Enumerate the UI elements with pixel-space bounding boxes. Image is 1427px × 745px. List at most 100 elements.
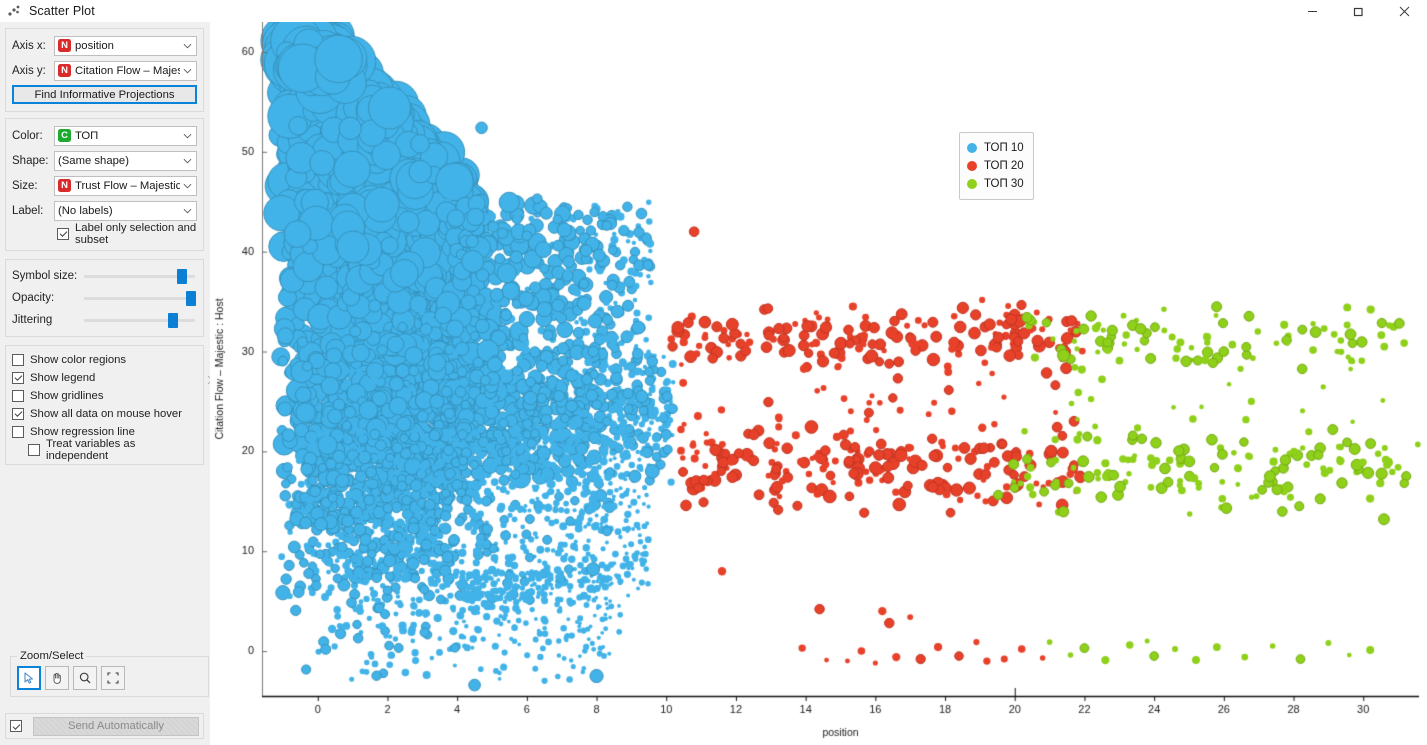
- label-combo[interactable]: (No labels): [54, 200, 197, 221]
- legend-label: ТОП 10: [984, 142, 1024, 154]
- scatter-plot-canvas[interactable]: [210, 22, 1427, 745]
- attributes-group: Color: C ТОП Shape: (Same shape) Size: N: [5, 118, 204, 251]
- checkbox-box: [57, 227, 69, 240]
- zoom-select-toolbar: [17, 666, 202, 690]
- color-row: Color: C ТОП: [12, 125, 197, 146]
- legend-color-swatch: [967, 143, 977, 153]
- numeric-variable-icon: N: [58, 179, 71, 192]
- chevron-down-icon: [183, 158, 192, 163]
- pan-hand-button[interactable]: [45, 666, 69, 690]
- axis-y-row: Axis y: N Citation Flow – Majestic: [12, 60, 197, 81]
- size-value: Trust Flow – Majestic : |: [75, 179, 180, 192]
- numeric-variable-icon: N: [58, 39, 71, 52]
- show-color-regions-label: Show color regions: [30, 353, 127, 366]
- reset-zoom-button[interactable]: [101, 666, 125, 690]
- axis-x-value: position: [75, 39, 114, 52]
- legend-item-top30[interactable]: ТОП 30: [967, 175, 1024, 193]
- sliders-group: Symbol size: Opacity: Jittering: [5, 259, 204, 337]
- legend-item-top10[interactable]: ТОП 10: [967, 139, 1024, 157]
- slider-track: [84, 297, 195, 300]
- checkbox-box: [12, 353, 24, 366]
- checkbox-box: [12, 389, 24, 402]
- color-value: ТОП: [75, 129, 99, 142]
- label-only-selection-label: Label only selection and subset: [75, 221, 197, 246]
- legend-color-swatch: [967, 179, 977, 189]
- size-combo[interactable]: N Trust Flow – Majestic : |: [54, 175, 197, 196]
- jittering-label: Jittering: [12, 314, 53, 326]
- show-color-regions-checkbox[interactable]: Show color regions: [12, 351, 197, 368]
- zoom-select-group: Zoom/Select: [10, 650, 209, 697]
- hand-icon: [53, 672, 61, 684]
- show-all-data-on-hover-checkbox[interactable]: Show all data on mouse hover: [12, 405, 197, 422]
- show-legend-label: Show legend: [30, 371, 96, 384]
- checkbox-box: [12, 371, 24, 384]
- numeric-variable-icon: N: [58, 64, 71, 77]
- label-only-selection-checkbox[interactable]: Label only selection and subset: [57, 222, 197, 246]
- shape-label: Shape:: [12, 154, 49, 167]
- chevron-down-icon: [183, 133, 192, 138]
- scatter-plot-icon: [6, 3, 22, 19]
- axis-group: Axis x: N position Axis y: N Citation Fl…: [5, 28, 204, 112]
- jittering-slider[interactable]: [84, 311, 195, 329]
- axis-x-row: Axis x: N position: [12, 35, 197, 56]
- window-title: Scatter Plot: [29, 4, 95, 18]
- select-arrow-button[interactable]: [17, 666, 41, 690]
- axis-y-label: Axis y:: [12, 64, 46, 77]
- maximize-button[interactable]: [1335, 0, 1381, 22]
- find-informative-projections-button[interactable]: Find Informative Projections: [12, 85, 197, 104]
- send-automatically-checkbox[interactable]: [10, 720, 22, 732]
- label-value: (No labels): [58, 204, 113, 217]
- treat-variables-independent-label: Treat variables as independent: [46, 437, 136, 462]
- show-gridlines-checkbox[interactable]: Show gridlines: [12, 387, 197, 404]
- send-bar: Send Automatically: [5, 713, 204, 739]
- shape-value: (Same shape): [58, 154, 129, 167]
- title-bar: Scatter Plot: [0, 0, 1427, 22]
- window-controls: [1289, 0, 1427, 22]
- slider-knob[interactable]: [185, 291, 196, 306]
- jittering-slider-row: Jittering: [12, 309, 195, 331]
- chevron-down-icon: [183, 43, 192, 48]
- checkbox-box: [12, 425, 24, 438]
- plot-legend[interactable]: ТОП 10 ТОП 20 ТОП 30: [959, 132, 1034, 200]
- legend-label: ТОП 20: [984, 160, 1024, 172]
- color-label: Color:: [12, 129, 43, 142]
- send-automatically-button[interactable]: Send Automatically: [33, 716, 199, 736]
- label-row: Label: (No labels): [12, 200, 197, 221]
- minimize-button[interactable]: [1289, 0, 1335, 22]
- opacity-label: Opacity:: [12, 292, 55, 304]
- plot-panel: ТОП 10 ТОП 20 ТОП 30: [210, 22, 1427, 745]
- label-label: Label:: [12, 204, 44, 217]
- show-regression-line-label: Show regression line: [30, 425, 135, 438]
- axis-y-combo[interactable]: N Citation Flow – Majestic: [54, 60, 197, 81]
- controls-sidebar: Axis x: N position Axis y: N Citation Fl…: [0, 22, 209, 745]
- categorical-variable-icon: C: [58, 129, 71, 142]
- search-icon: [79, 672, 91, 684]
- symbol-size-slider[interactable]: [84, 267, 195, 285]
- scatter-plot-window: Scatter Plot Axis x: N position Axis y: …: [0, 0, 1427, 745]
- show-all-data-on-hover-label: Show all data on mouse hover: [30, 407, 182, 420]
- legend-item-top20[interactable]: ТОП 20: [967, 157, 1024, 175]
- axis-x-combo[interactable]: N position: [54, 35, 197, 56]
- treat-variables-independent-checkbox[interactable]: Treat variables as independent: [28, 438, 197, 462]
- legend-color-swatch: [967, 161, 977, 171]
- opacity-slider[interactable]: [84, 289, 196, 307]
- axis-y-value: Citation Flow – Majestic: [75, 64, 180, 77]
- size-label: Size:: [12, 179, 38, 192]
- chevron-down-icon: [183, 208, 192, 213]
- plot-options-group: Show color regions Show legend Show grid…: [5, 345, 204, 465]
- size-row: Size: N Trust Flow – Majestic : |: [12, 175, 197, 196]
- color-combo[interactable]: C ТОП: [54, 125, 197, 146]
- legend-label: ТОП 30: [984, 178, 1024, 190]
- show-legend-checkbox[interactable]: Show legend: [12, 369, 197, 386]
- shape-row: Shape: (Same shape): [12, 150, 197, 171]
- close-button[interactable]: [1381, 0, 1427, 22]
- zoom-select-title: Zoom/Select: [17, 650, 87, 662]
- shape-combo[interactable]: (Same shape): [54, 150, 197, 171]
- checkbox-box: [28, 443, 40, 456]
- zoom-magnifier-button[interactable]: [73, 666, 97, 690]
- show-gridlines-label: Show gridlines: [30, 389, 104, 402]
- slider-knob[interactable]: [176, 269, 187, 284]
- slider-knob[interactable]: [167, 313, 178, 328]
- chevron-down-icon: [183, 68, 192, 73]
- checkbox-box: [12, 407, 24, 420]
